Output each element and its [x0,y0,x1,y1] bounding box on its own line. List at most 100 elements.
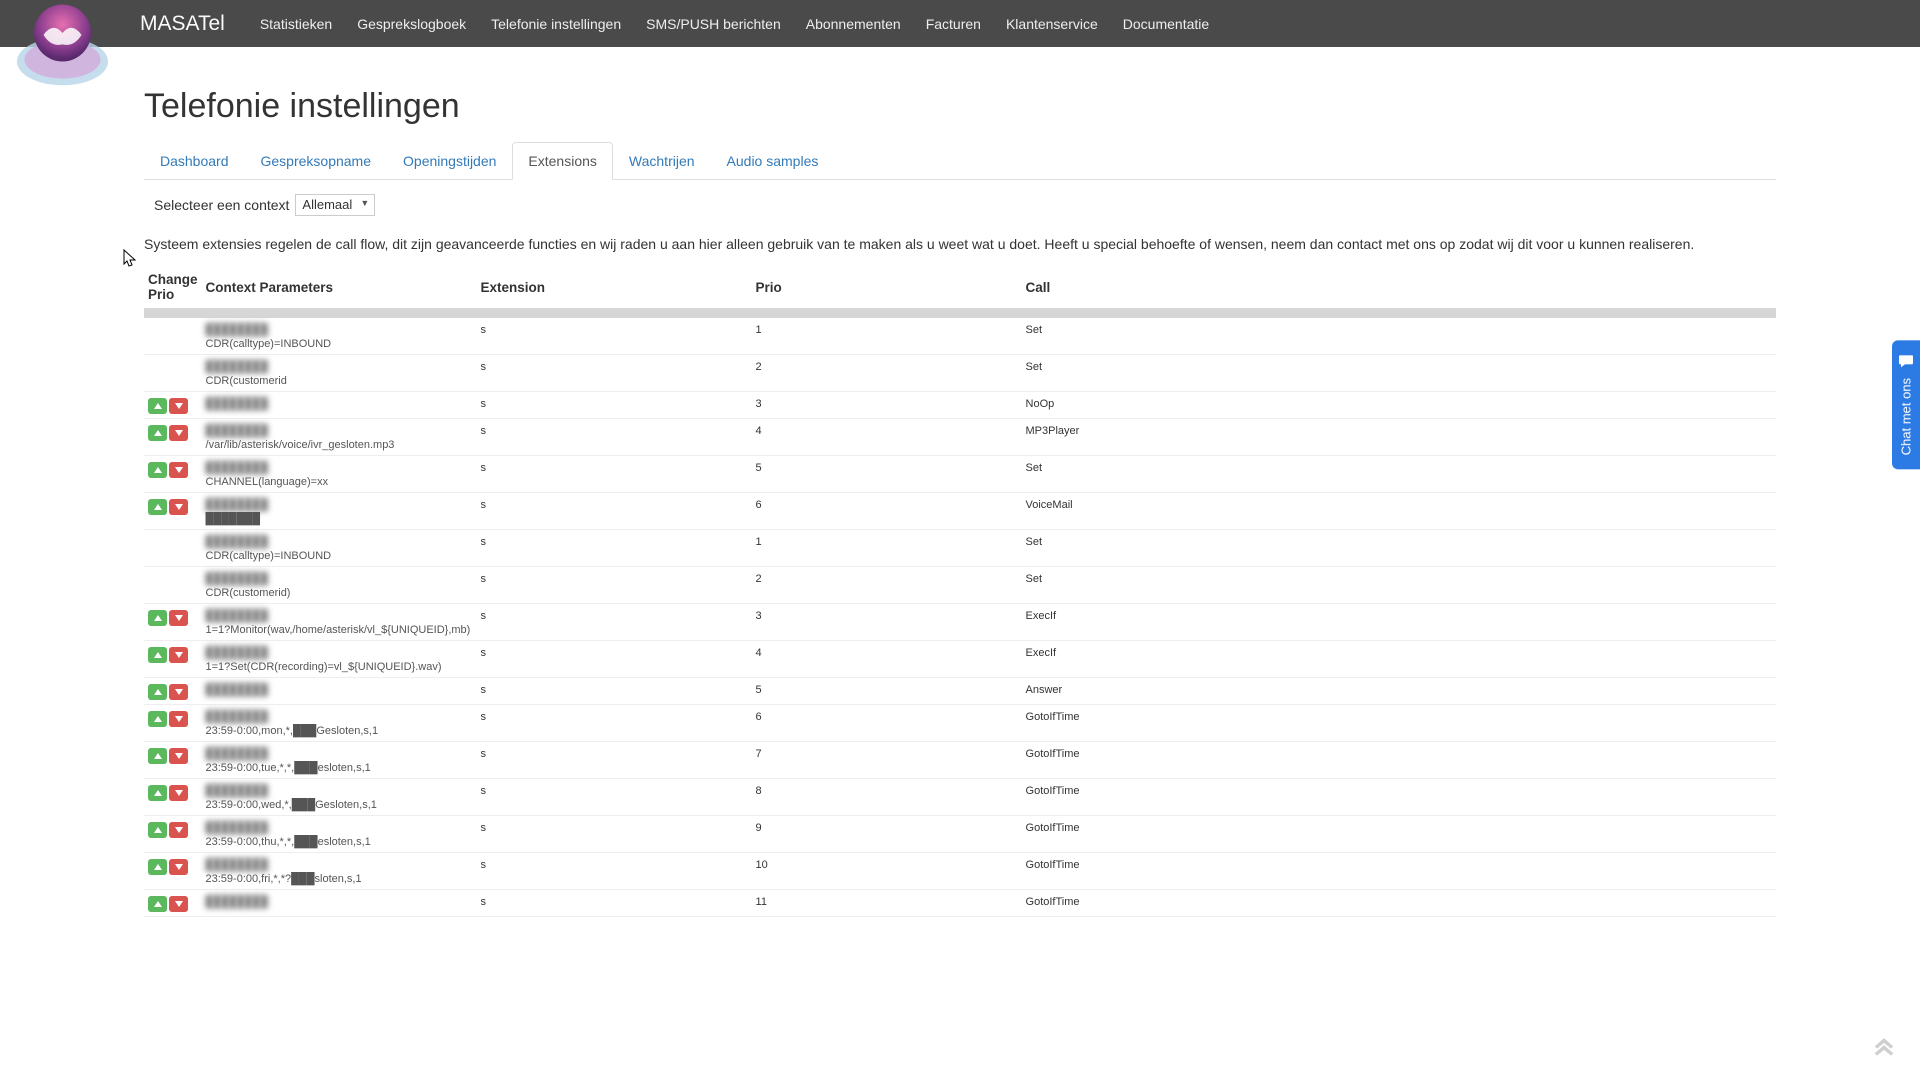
prio-up-button[interactable] [148,462,167,478]
prio-up-button[interactable] [148,610,167,626]
prio-up-button[interactable] [148,896,167,912]
tab-dashboard[interactable]: Dashboard [144,142,245,180]
call-value: NoOp [1022,392,1776,419]
extension-value: s [477,816,752,853]
context-value-redacted: ████████ [206,896,268,908]
prio-up-button[interactable] [148,711,167,727]
table-row: ████████23:59-0:00,fri,*,*?███sloten,s,1… [144,853,1776,890]
context-value-redacted: ████████ [206,684,268,696]
prio-up-button[interactable] [148,499,167,515]
chat-label: Chat met ons [1899,378,1914,455]
extension-value: s [477,853,752,890]
context-value-redacted: ████████ [206,859,268,871]
prio-value: 1 [752,530,1022,567]
prio-up-button[interactable] [148,647,167,663]
chevron-double-up-icon [1870,1030,1898,1058]
prio-up-button[interactable] [148,785,167,801]
table-row: ████████23:59-0:00,thu,*,*,███esloten,s,… [144,816,1776,853]
extension-value: s [477,419,752,456]
tab-wachtrijen[interactable]: Wachtrijen [613,142,711,180]
prio-down-button[interactable] [169,785,188,801]
table-row: ████████23:59-0:00,wed,*,███Gesloten,s,1… [144,779,1776,816]
context-value-redacted: ████████ [206,822,268,834]
prio-up-button[interactable] [148,425,167,441]
extension-value: s [477,493,752,530]
extension-value: s [477,355,752,392]
prio-up-button[interactable] [148,822,167,838]
prio-down-button[interactable] [169,748,188,764]
context-value-redacted: ████████ [206,610,268,622]
tab-extensions[interactable]: Extensions [512,142,612,180]
table-row: ████████1=1?Set(CDR(recording)=vl_${UNIQ… [144,641,1776,678]
nav-statistieken[interactable]: Statistieken [260,16,332,32]
tab-audiosamples[interactable]: Audio samples [711,142,835,180]
call-value: MP3Player [1022,419,1776,456]
context-selected-value: Allemaal [302,197,352,212]
prio-value: 1 [752,318,1022,355]
table-row: ████████CDR(calltype)=INBOUNDs1Set [144,530,1776,567]
prio-down-button[interactable] [169,425,188,441]
call-value: GotoIfTime [1022,742,1776,779]
col-context: Context Parameters [202,266,477,308]
chat-widget[interactable]: Chat met ons [1892,340,1920,469]
prio-value: 6 [752,493,1022,530]
extension-value: s [477,567,752,604]
prio-value: 3 [752,392,1022,419]
extension-value: s [477,392,752,419]
prio-down-button[interactable] [169,499,188,515]
prio-up-button[interactable] [148,398,167,414]
prio-up-button[interactable] [148,684,167,700]
prio-value: 7 [752,742,1022,779]
tab-openingstijden[interactable]: Openingstijden [387,142,512,180]
prio-down-button[interactable] [169,398,188,414]
extension-value: s [477,705,752,742]
parameter-value: 23:59-0:00,tue,*,*,███esloten,s,1 [206,762,473,774]
parameter-value: 1=1?Monitor(wav,/home/asterisk/vl_${UNIQ… [206,624,473,636]
prio-down-button[interactable] [169,711,188,727]
context-select[interactable]: Allemaal [295,194,375,216]
nav-telefonie[interactable]: Telefonie instellingen [491,16,621,32]
tab-gespreksopname[interactable]: Gespreksopname [245,142,388,180]
chat-icon [1898,354,1914,368]
prio-down-button[interactable] [169,462,188,478]
context-value-redacted: ████████ [206,748,268,760]
nav-documentatie[interactable]: Documentatie [1123,16,1209,32]
prio-value: 3 [752,604,1022,641]
prio-down-button[interactable] [169,610,188,626]
extension-value: s [477,604,752,641]
primary-nav: Statistieken Gesprekslogboek Telefonie i… [260,16,1209,32]
prio-down-button[interactable] [169,896,188,912]
prio-up-button[interactable] [148,748,167,764]
prio-value: 5 [752,456,1022,493]
parameter-value: 23:59-0:00,wed,*,███Gesloten,s,1 [206,799,473,811]
prio-down-button[interactable] [169,684,188,700]
call-value: Set [1022,318,1776,355]
nav-abonnementen[interactable]: Abonnementen [806,16,901,32]
nav-sms[interactable]: SMS/PUSH berichten [646,16,781,32]
nav-facturen[interactable]: Facturen [926,16,981,32]
nav-klantenservice[interactable]: Klantenservice [1006,16,1098,32]
prio-up-button[interactable] [148,859,167,875]
table-row: ████████CDR(calltype)=INBOUNDs1Set [144,318,1776,355]
parameter-value: CDR(customerid) [206,587,473,599]
parameter-value: CDR(customerid [206,375,473,387]
call-value: VoiceMail [1022,493,1776,530]
extensions-table: Change Prio Context Parameters Extension… [144,266,1776,917]
context-label: Selecteer een context [154,197,289,213]
prio-down-button[interactable] [169,822,188,838]
brand-name: MASATel [140,12,225,36]
scroll-to-top-button[interactable] [1870,1030,1898,1058]
parameter-value: ███████ [206,513,473,525]
extension-value: s [477,779,752,816]
prio-value: 4 [752,641,1022,678]
prio-down-button[interactable] [169,647,188,663]
prio-down-button[interactable] [169,859,188,875]
lotus-logo-icon [10,0,115,90]
context-value-redacted: ████████ [206,361,268,373]
prio-value: 2 [752,355,1022,392]
context-value-redacted: ████████ [206,462,268,474]
extension-value: s [477,318,752,355]
parameter-value: 23:59-0:00,mon,*,███Gesloten,s,1 [206,725,473,737]
call-value: Set [1022,567,1776,604]
nav-gesprekslogboek[interactable]: Gesprekslogboek [357,16,466,32]
